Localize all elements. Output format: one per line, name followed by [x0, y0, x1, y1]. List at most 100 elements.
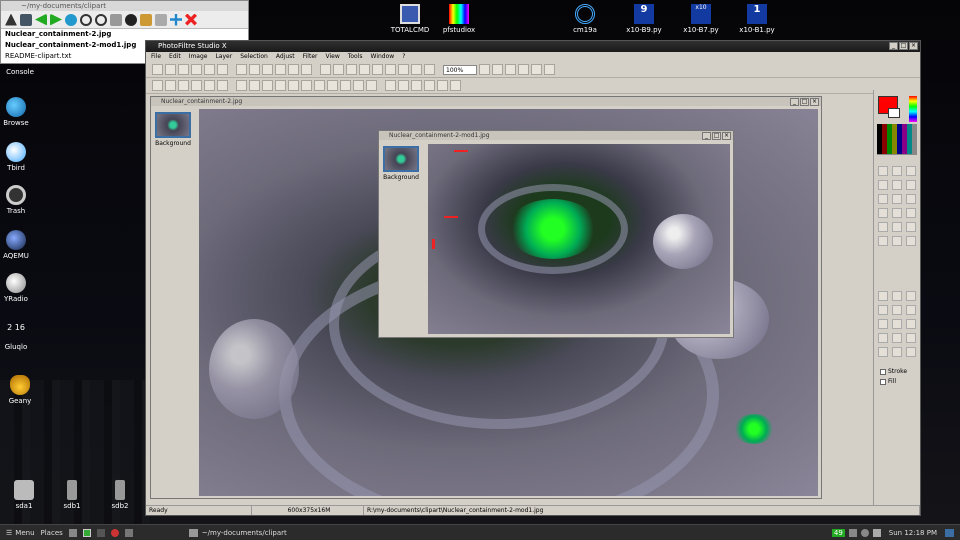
align-icon[interactable]: [892, 347, 902, 357]
eyedropper-tool[interactable]: [878, 180, 888, 190]
close-icon[interactable]: [185, 13, 197, 26]
color-bar[interactable]: [909, 96, 917, 122]
filter-icon[interactable]: [424, 64, 435, 75]
stroke-option[interactable]: Stroke: [880, 368, 907, 375]
color-grid[interactable]: [877, 124, 917, 154]
eraser-tool[interactable]: [906, 194, 916, 204]
add-icon[interactable]: [170, 13, 182, 26]
menu-view[interactable]: View: [325, 52, 339, 62]
menu-filter[interactable]: Filter: [303, 52, 318, 62]
filter-icon[interactable]: [353, 80, 364, 91]
menu-window[interactable]: Window: [371, 52, 395, 62]
maximize-icon[interactable]: □: [800, 98, 809, 106]
menu-help[interactable]: ?: [402, 52, 405, 62]
places-button[interactable]: Places: [41, 529, 63, 537]
fill-checkbox[interactable]: [880, 378, 886, 385]
filter-icon[interactable]: [327, 80, 338, 91]
zoom-in-icon[interactable]: [80, 13, 92, 26]
flask-icon[interactable]: [236, 80, 247, 91]
open-icon[interactable]: [165, 64, 176, 75]
menu-edit[interactable]: Edit: [169, 52, 181, 62]
folder-icon[interactable]: [140, 13, 152, 26]
adjust-icon[interactable]: [191, 80, 202, 91]
layer-thumbnail[interactable]: [383, 146, 419, 172]
file-item[interactable]: Nuclear_containment-2.jpg: [1, 29, 248, 40]
brush-tool[interactable]: [878, 208, 888, 218]
desktop-icon-gluqlo[interactable]: 2 16 Gluqlo: [0, 323, 36, 351]
undo-icon[interactable]: [236, 64, 247, 75]
paste-icon[interactable]: [288, 64, 299, 75]
zoom-out-icon[interactable]: [95, 13, 107, 26]
menu-adjust[interactable]: Adjust: [276, 52, 295, 62]
stamp-tool[interactable]: [906, 208, 916, 218]
drive-sdb2[interactable]: sdb2: [100, 480, 140, 510]
zoom-select[interactable]: 100%: [443, 64, 477, 75]
bucket-tool[interactable]: [892, 194, 902, 204]
filter-icon[interactable]: [437, 80, 448, 91]
drive-sdb1[interactable]: sdb1: [52, 480, 92, 510]
desktop-icon-console[interactable]: Console: [0, 68, 40, 76]
pencil-tool[interactable]: [892, 208, 902, 218]
filter-icon[interactable]: [301, 80, 312, 91]
lasso-tool[interactable]: [906, 166, 916, 176]
show-desktop-icon[interactable]: [945, 528, 954, 537]
desktop-icon-trash[interactable]: Trash: [0, 185, 36, 215]
paste-as-new-icon[interactable]: [301, 64, 312, 75]
adjust-icon[interactable]: [178, 80, 189, 91]
launcher-icon[interactable]: [124, 528, 133, 537]
up-arrow-icon[interactable]: [5, 13, 17, 26]
tray-icon[interactable]: [860, 528, 869, 537]
brush-icon[interactable]: [398, 64, 409, 75]
close-icon[interactable]: ×: [909, 42, 918, 50]
adjust-icon[interactable]: [165, 80, 176, 91]
adjust-icon[interactable]: [204, 80, 215, 91]
menu-image[interactable]: Image: [189, 52, 208, 62]
triangle-shape-icon[interactable]: [892, 305, 902, 315]
filter-icon[interactable]: [288, 80, 299, 91]
filter-icon[interactable]: [275, 80, 286, 91]
magic-wand-tool[interactable]: [892, 180, 902, 190]
desktop-icon-aqemu[interactable]: AQEMU: [0, 230, 36, 260]
fire-tool[interactable]: [906, 236, 916, 246]
polygon-shape-icon[interactable]: [878, 305, 888, 315]
fill-icon[interactable]: [385, 64, 396, 75]
canvas-size-icon[interactable]: [346, 64, 357, 75]
blur-tool[interactable]: [878, 222, 888, 232]
arrow-shape-icon[interactable]: [906, 305, 916, 315]
adjust-icon[interactable]: [217, 80, 228, 91]
menu-button[interactable]: Menu: [15, 529, 34, 537]
filter-icon[interactable]: [340, 80, 351, 91]
pointer-tool[interactable]: [878, 166, 888, 176]
save-icon[interactable]: [178, 64, 189, 75]
filter-icon[interactable]: [385, 80, 396, 91]
desktop-icon-browse[interactable]: Browse: [0, 97, 36, 127]
terminal-launcher-icon[interactable]: [82, 528, 91, 537]
spray-tool[interactable]: [906, 222, 916, 232]
drive-sda1[interactable]: sda1: [4, 480, 44, 510]
background-color-swatch[interactable]: [888, 108, 900, 118]
redo-icon[interactable]: [249, 64, 260, 75]
menu-file[interactable]: File: [151, 52, 161, 62]
stroke-checkbox[interactable]: [880, 368, 886, 375]
hand-tool[interactable]: [878, 194, 888, 204]
line-tool[interactable]: [906, 180, 916, 190]
fullscreen-icon[interactable]: [531, 64, 542, 75]
volume-icon[interactable]: [872, 528, 881, 537]
import-icon[interactable]: [191, 64, 202, 75]
star-shape-icon[interactable]: [892, 319, 902, 329]
filter-icon[interactable]: [411, 80, 422, 91]
custom-shape-icon[interactable]: [906, 319, 916, 329]
selection-tool[interactable]: [892, 166, 902, 176]
menu-tools[interactable]: Tools: [348, 52, 363, 62]
tray-icon[interactable]: [848, 528, 857, 537]
print-icon[interactable]: [204, 64, 215, 75]
menu-selection[interactable]: Selection: [240, 52, 268, 62]
launcher-icon[interactable]: [96, 528, 105, 537]
text-icon[interactable]: [359, 64, 370, 75]
app-title-bar[interactable]: PhotoFiltre Studio X _ □ ×: [146, 41, 920, 52]
desktop-icon-geany[interactable]: Geany: [0, 375, 40, 405]
gradient-icon[interactable]: [262, 80, 273, 91]
smudge-tool[interactable]: [892, 222, 902, 232]
home-icon[interactable]: [20, 13, 32, 26]
pattern-tool[interactable]: [878, 236, 888, 246]
